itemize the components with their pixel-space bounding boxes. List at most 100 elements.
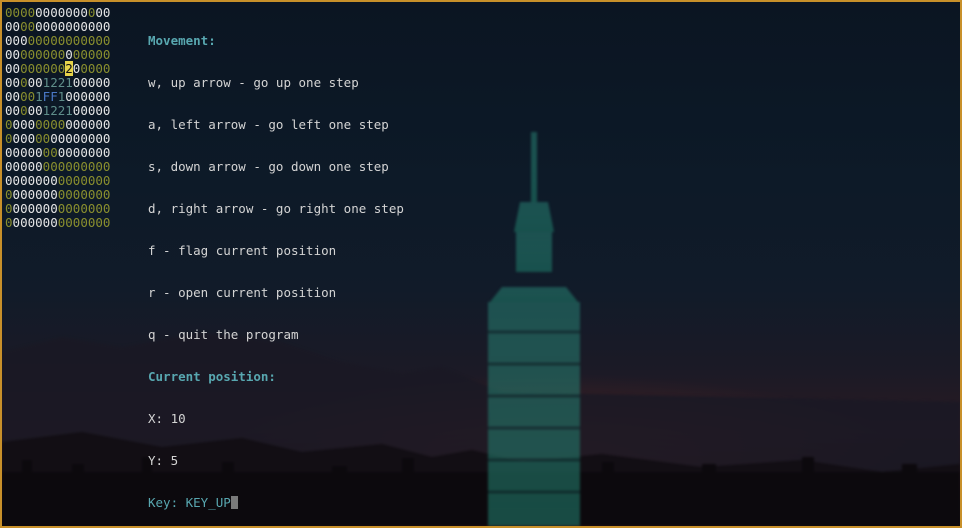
grid-cell: 0 <box>102 159 111 174</box>
grid-cell: 0 <box>50 33 58 48</box>
grid-cell: 2 <box>65 61 73 76</box>
grid-cell: 0 <box>65 187 73 202</box>
grid-cell: 0 <box>80 131 88 146</box>
grid-cell: 0 <box>20 187 28 202</box>
grid-cell: 0 <box>80 117 88 132</box>
grid-cell: 0 <box>5 89 13 104</box>
grid-cell: 0 <box>35 159 43 174</box>
grid-row: 00000122100000 <box>5 76 110 90</box>
grid-cell: 0 <box>5 103 13 118</box>
grid-cell: 0 <box>27 159 36 174</box>
grid-cell: 0 <box>102 173 111 188</box>
grid-cell: 0 <box>102 117 111 132</box>
grid-cell: 0 <box>50 215 58 230</box>
grid-cell: 0 <box>27 103 36 118</box>
movement-heading: Movement: <box>148 33 216 48</box>
grid-cell: 0 <box>5 47 13 62</box>
grid-cell: 0 <box>50 145 58 160</box>
grid-cell: 0 <box>102 201 111 216</box>
terminal-output: 00000000000000 00000000000000 000000000000… <box>5 5 404 510</box>
grid-cell: 0 <box>5 201 13 216</box>
grid-cell: 0 <box>27 33 36 48</box>
grid-cell: 0 <box>65 201 73 216</box>
grid-row: 00000000000000 <box>5 202 110 216</box>
grid-cell: 0 <box>65 47 73 62</box>
grid-cell: 0 <box>27 89 36 104</box>
grid-cell: 0 <box>80 145 88 160</box>
grid-cell: 0 <box>80 19 88 34</box>
grid-cell: 0 <box>20 117 28 132</box>
position-y: Y: 5 <box>148 453 179 468</box>
grid-cell: 0 <box>80 89 88 104</box>
grid-cell: 0 <box>80 173 88 188</box>
grid-cell: 0 <box>35 33 43 48</box>
grid-cell: 0 <box>80 103 88 118</box>
grid-cell: 0 <box>95 201 103 216</box>
terminal-window[interactable]: 00000000000000 00000000000000 000000000000… <box>0 0 962 528</box>
info-panel: Movement: w, up arrow - go up one step a… <box>148 6 404 526</box>
grid-cell: 0 <box>20 47 28 62</box>
grid-cell: 0 <box>80 187 88 202</box>
grid-cell: 0 <box>20 173 28 188</box>
grid-cell: 0 <box>35 117 43 132</box>
grid-cell: 0 <box>12 5 21 20</box>
grid-cell: 0 <box>35 215 43 230</box>
grid-cell: 0 <box>95 33 103 48</box>
last-key-line: Key: KEY_UP <box>148 496 404 510</box>
grid-cell: 0 <box>12 103 21 118</box>
control-down: s, down arrow - go down one step <box>148 159 389 174</box>
grid-cell: 1 <box>65 75 73 90</box>
grid-cell: 0 <box>95 103 103 118</box>
grid-cell: 0 <box>27 173 36 188</box>
grid-cell: 0 <box>50 131 58 146</box>
grid-cell: 0 <box>27 187 36 202</box>
grid-cell: 0 <box>102 187 111 202</box>
grid-cell: 0 <box>102 75 111 90</box>
grid-row: 00000000000000 <box>5 188 110 202</box>
grid-cell: 0 <box>27 145 36 160</box>
grid-cell: 0 <box>95 75 103 90</box>
grid-cell: 0 <box>65 131 73 146</box>
grid-cell: 0 <box>95 47 103 62</box>
control-quit: q - quit the program <box>148 327 299 342</box>
grid-cell: 0 <box>35 75 43 90</box>
grid-cell: 0 <box>12 117 21 132</box>
position-x: X: 10 <box>148 411 186 426</box>
grid-cell: 0 <box>20 145 28 160</box>
grid-cell: 0 <box>5 75 13 90</box>
grid-cell: 0 <box>27 47 36 62</box>
grid-cell: 0 <box>12 61 21 76</box>
grid-cell: 0 <box>12 75 21 90</box>
grid-cell: 0 <box>65 33 73 48</box>
grid-cell: 0 <box>80 61 88 76</box>
grid-cell: 0 <box>80 201 88 216</box>
grid-cell: 0 <box>95 117 103 132</box>
grid-cell: 0 <box>27 201 36 216</box>
grid-cell: 0 <box>65 173 73 188</box>
grid-cell: 0 <box>35 47 43 62</box>
control-right: d, right arrow - go right one step <box>148 201 404 216</box>
grid-cell: 0 <box>5 131 13 146</box>
grid-row: 00000122100000 <box>5 104 110 118</box>
grid-cell: 0 <box>20 75 28 90</box>
control-flag: f - flag current position <box>148 243 337 258</box>
grid-cell: 0 <box>20 131 28 146</box>
grid-cell: 0 <box>50 117 58 132</box>
grid-cell: 0 <box>12 159 21 174</box>
grid-row: 00000000000000 <box>5 34 110 48</box>
grid-row: 00000000000000 <box>5 20 110 34</box>
grid-cell: 0 <box>102 61 111 76</box>
grid-cell: 0 <box>95 145 103 160</box>
grid-cell: 0 <box>20 61 28 76</box>
grid-cell: 0 <box>102 5 111 20</box>
grid-cell: 0 <box>12 131 21 146</box>
grid-cell: 0 <box>50 5 58 20</box>
grid-cell: 0 <box>20 201 28 216</box>
grid-cell: 0 <box>35 173 43 188</box>
last-key-text: Key: KEY_UP <box>148 495 231 510</box>
grid-cell: 0 <box>65 117 73 132</box>
grid-cell: 0 <box>65 89 73 104</box>
grid-cell: 0 <box>5 173 13 188</box>
grid-cell: 0 <box>35 61 43 76</box>
terminal-caret <box>230 496 238 509</box>
